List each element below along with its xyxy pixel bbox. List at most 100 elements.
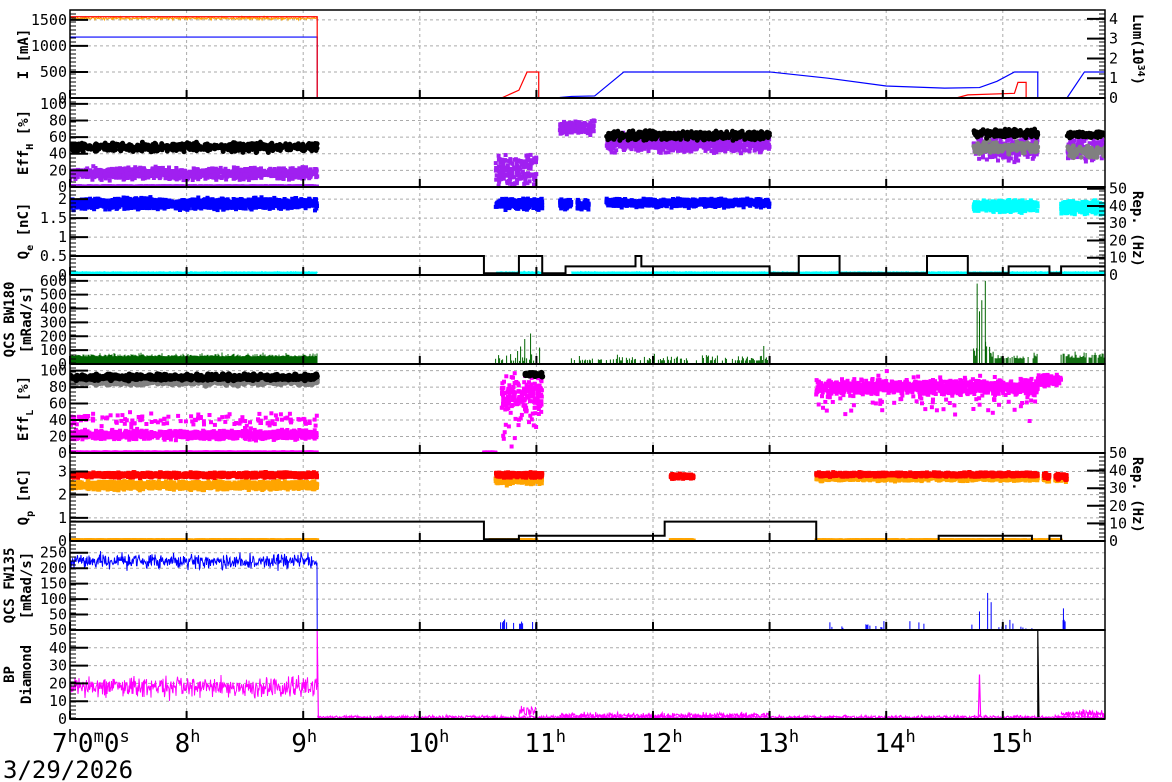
series-eff-h-0-point [629,147,634,152]
series-eff-h-2-point [294,146,300,152]
series-eff-h-0-point [500,158,504,163]
series-eff-h-0-point [583,129,588,134]
series-eff-h-0-point [710,144,715,148]
series-eff-h-0-point [246,177,251,182]
series-eff-h-0-point [752,148,757,153]
series-eff-h-0-point [678,145,683,150]
series-eff-h-2-point [658,132,664,138]
series-eff-h-2-point [287,141,293,147]
series-eff-h-2-point [759,134,765,140]
series-eff-h-2-point [302,146,308,152]
series-eff-h-0-point [505,179,510,184]
series-eff-h-0-point [108,168,112,173]
series-eff-h-0-point [99,174,104,179]
series-eff-h-1-point [1015,145,1021,151]
series-eff-h-0-point [1012,160,1017,165]
series-eff-h-0-point [222,172,227,177]
series-eff-h-0-point [657,150,662,155]
series-eff-h-0-point [515,178,520,183]
series-eff-h-0-point [616,142,621,147]
series-eff-h-0-point [301,168,306,172]
series-eff-h-0-point [744,148,749,153]
series-eff-h-0-point [636,148,641,153]
series-eff-h-0-point [690,146,695,150]
series-eff-h-0-point [275,172,280,177]
series-eff-h-2-point [205,148,211,154]
series-eff-h-0-point [525,181,530,186]
series-eff-h-0-point [230,173,235,178]
series-eff-h-0-point [508,157,513,162]
series-eff-h-2-point [121,145,127,151]
series-eff-h-0-point [529,161,534,166]
series-eff-h-2-point [237,141,243,147]
series-eff-h-0-point [172,170,177,175]
series-eff-h-0-point [510,181,515,186]
series-eff-h-0-point [107,178,112,183]
series-eff-h-2-point [148,145,154,151]
series-eff-h-0-point [508,166,513,171]
series-eff-h-2-point [133,146,138,152]
series-eff-h-0-point [117,169,122,174]
series-eff-h-2-point [245,141,251,147]
series-eff-h-1-point [1078,154,1084,160]
series-eff-h-0-point [725,142,730,147]
series-eff-h-0-point [765,144,769,149]
series-eff-h-2-point [211,144,217,150]
series-eff-h-1-point [1067,148,1073,154]
series-eff-h-2-point [101,146,107,152]
series-eff-h-2-point [689,134,695,140]
series-eff-h-0-point [1095,140,1100,145]
series-eff-h-2-point [274,142,280,148]
series-eff-h-0-point [984,157,989,162]
series-eff-h-0-point [523,162,528,167]
series-eff-h-0-point [255,170,260,175]
series-eff-h-2-point [95,143,101,149]
series-eff-h-0-point [1071,139,1076,144]
series-eff-h-0-point [502,166,507,171]
series-eff-h-1-point [1026,142,1031,148]
series-eff-h-0-point [514,161,519,166]
series-eff-h-2-point [75,148,81,154]
series-eff-h-0-point [731,145,735,150]
series-eff-h-0-point [296,169,301,174]
series-eff-h-2-point [196,146,202,152]
series-eff-h-2-point [254,149,260,155]
series-eff-h-0-point [637,142,642,147]
series-eff-h-0-point [124,171,129,176]
series-eff-h-2-point [637,131,643,137]
series-eff-h-0-point [526,155,531,160]
series-eff-h-0-point [993,154,998,159]
series-eff-h-0-point [210,173,215,178]
series-eff-h-2-point [138,146,144,152]
series-eff-h-0-point [510,161,515,166]
series-eff-h-0-point [523,173,528,178]
series-eff-h-0-point [259,166,263,171]
series-eff-h-0-point [666,150,671,155]
series-eff-h-1-point [991,149,997,154]
series-eff-h-0-point [500,175,505,180]
series-eff-h-0-point [112,169,117,174]
series-eff-h-2-point [758,129,764,135]
series-eff-h-0-point [140,169,145,174]
series-eff-h-2-point [663,136,669,142]
series-eff-h-0-point [591,125,596,130]
series-eff-h-2-point [227,143,233,149]
series-eff-h-1-point [975,148,981,153]
series-eff-h-0-point [977,156,982,161]
series-eff-h-0-point [168,169,173,174]
series-eff-h-0-point [200,172,205,177]
series-eff-h-0-point [653,145,658,150]
series-eff-h-1-point [983,148,989,154]
series-eff-h-2-point [727,133,732,139]
series-eff-h-2-point [711,130,717,136]
series-eff-h-2-point [286,147,291,153]
series-eff-h-2-point [751,129,757,135]
series-eff-h-0-point [496,153,501,158]
series-eff-h-0-point [534,156,539,161]
series-eff-h-0-point [1006,137,1011,142]
series-eff-h-2-point [143,146,149,152]
series-eff-h-0-point [137,173,142,178]
series-eff-h-0-point [566,128,571,133]
series-eff-h-0-point [669,140,674,145]
series-eff-h-2-point [683,136,689,142]
